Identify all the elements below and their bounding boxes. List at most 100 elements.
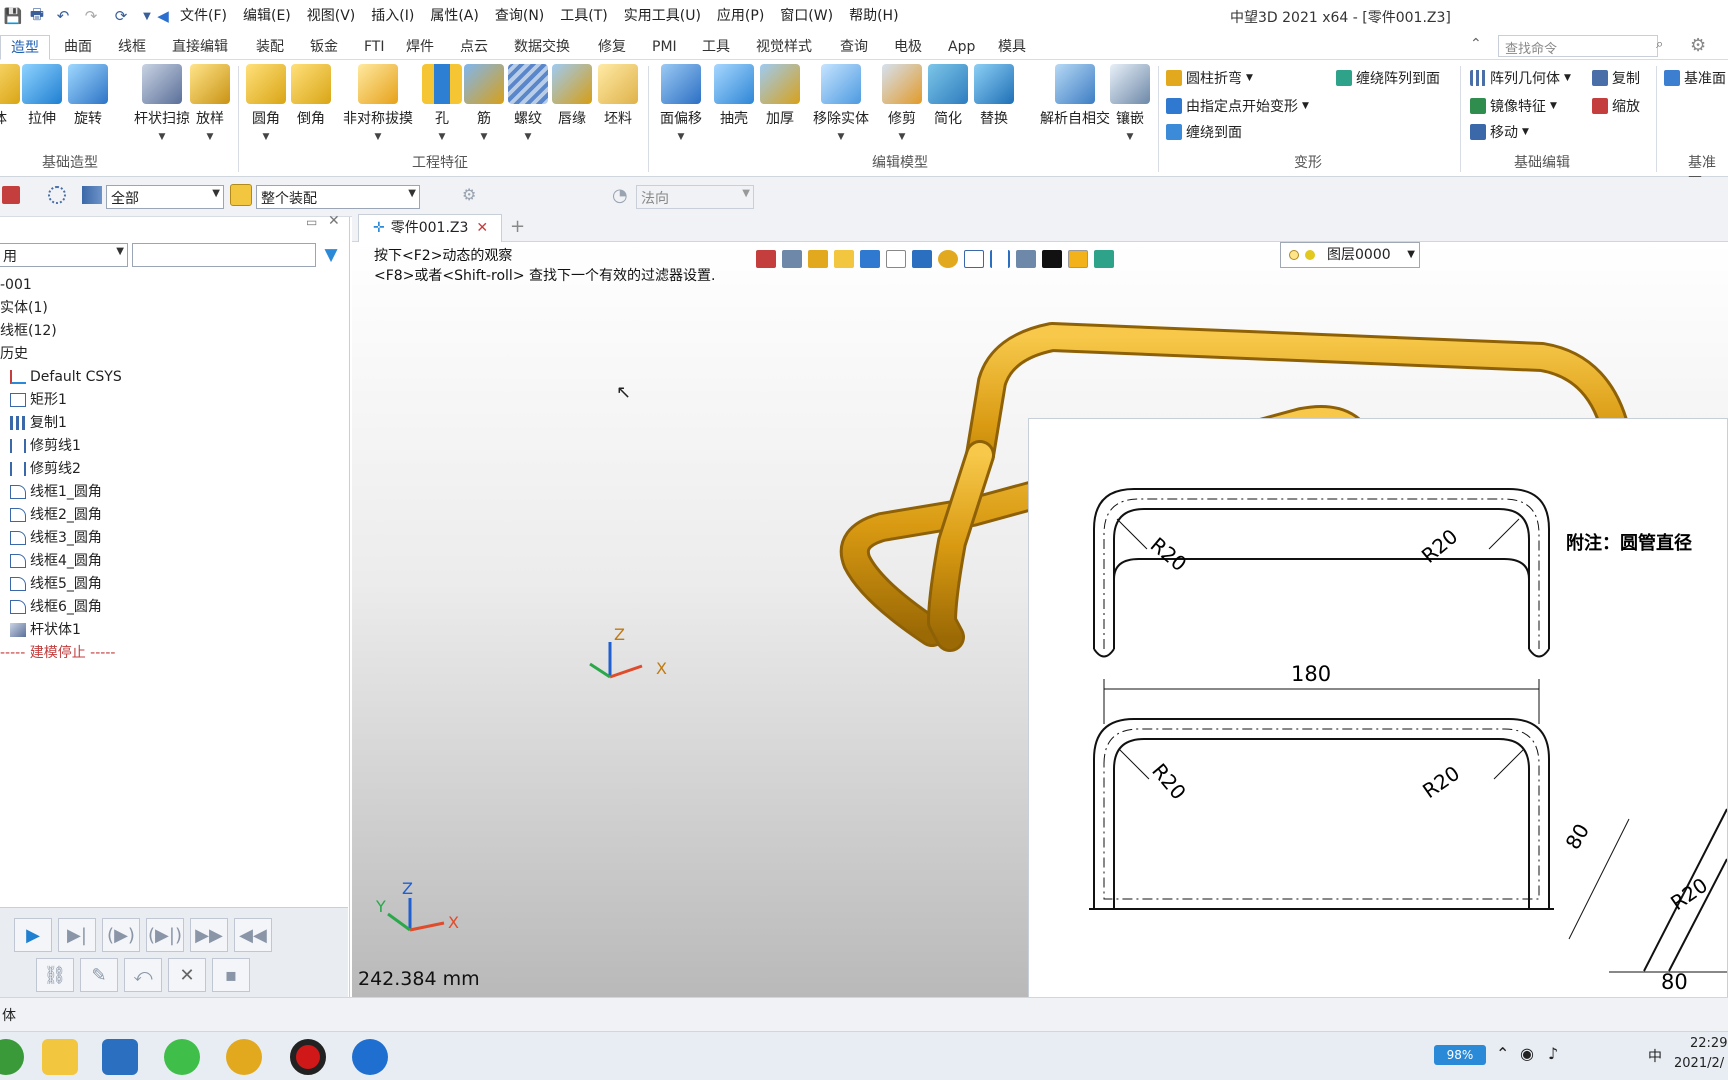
document-tab-part001[interactable]: ✛ 零件001.Z3 ✕ — [358, 214, 502, 242]
tab-direct-edit[interactable]: 直接编辑 — [162, 35, 238, 60]
filter-icon[interactable] — [82, 186, 102, 204]
media-icon[interactable] — [352, 1039, 388, 1075]
extrude-button[interactable]: 拉伸 — [16, 64, 68, 128]
tree-item-default-csys[interactable]: Default CSYS — [0, 366, 348, 389]
app-icon[interactable] — [0, 1039, 24, 1075]
tab-fti[interactable]: FTI — [354, 35, 395, 60]
tree-filter-select[interactable]: 用 ▼ — [0, 243, 128, 267]
menu-view[interactable]: 视图(V) — [299, 6, 364, 26]
menu-insert[interactable]: 插入(I) — [363, 6, 422, 26]
asym-draft-button[interactable]: 非对称拔摸 ▼ — [342, 64, 414, 142]
undo-icon[interactable]: ↶ — [52, 5, 74, 27]
tree-item-wire-fillet6[interactable]: 线框6_圆角 — [0, 596, 348, 619]
tab-weldment[interactable]: 焊件 — [396, 35, 444, 60]
play-feature-icon[interactable]: (▶) — [102, 918, 140, 952]
thicken-button[interactable]: 加厚 — [754, 64, 806, 128]
back-arrow-icon[interactable]: ◀ — [152, 5, 174, 27]
wrap-to-face-button[interactable]: 缠绕到面 — [1166, 122, 1242, 142]
select-mode-icon[interactable] — [2, 186, 20, 204]
face-offset-button[interactable]: 面偏移 ▼ — [656, 64, 706, 142]
select-circle-icon[interactable] — [48, 186, 66, 204]
entity-filter-select[interactable]: 全部 ▼ — [106, 185, 224, 209]
mirror-feature-button[interactable]: 镜像特征 ▼ — [1470, 96, 1557, 116]
redo-icon[interactable]: ↷ — [80, 5, 102, 27]
tree-item-wireframes[interactable]: 线框(12) — [0, 320, 348, 343]
funnel-filter-icon[interactable]: ▼ — [318, 243, 344, 267]
tree-item-wire-fillet2[interactable]: 线框2_圆角 — [0, 504, 348, 527]
remove-solid-button[interactable]: 移除实体 ▼ — [812, 64, 870, 142]
tab-modeling[interactable]: 造型 — [0, 35, 50, 60]
tab-app[interactable]: App — [938, 35, 985, 60]
tree-item-wire-fillet3[interactable]: 线框3_圆角 — [0, 527, 348, 550]
wechat-icon[interactable] — [164, 1039, 200, 1075]
print-icon[interactable]: 🖶 — [26, 5, 48, 27]
menu-file[interactable]: 文件(F) — [172, 6, 235, 26]
command-search-input[interactable]: 查找命令 — [1498, 35, 1658, 57]
tree-item-copy1[interactable]: 复制1 — [0, 412, 348, 435]
menu-window[interactable]: 窗口(W) — [772, 6, 841, 26]
suppress-icon[interactable]: ▪ — [212, 958, 250, 992]
pencil-icon[interactable]: ✎ — [80, 958, 118, 992]
tab-wireframe[interactable]: 线框 — [108, 35, 156, 60]
scale-button[interactable]: 缩放 — [1592, 96, 1640, 116]
simplify-button[interactable]: 简化 — [922, 64, 974, 128]
revolve-button[interactable]: 旋转 — [62, 64, 114, 128]
step-next-icon[interactable]: ▶| — [58, 918, 96, 952]
tree-search-input[interactable] — [132, 243, 316, 267]
tab-visual-style[interactable]: 视觉样式 — [746, 35, 822, 60]
record-icon[interactable] — [290, 1039, 326, 1075]
menu-help[interactable]: 帮助(H) — [841, 6, 906, 26]
tree-item-rectangle1[interactable]: 矩形1 — [0, 389, 348, 412]
copy-button[interactable]: 复制 — [1592, 68, 1640, 88]
close-icon[interactable]: ✕ — [328, 213, 340, 229]
tree-item-trimline2[interactable]: 修剪线2 — [0, 458, 348, 481]
speaker-icon[interactable]: ♪ — [1548, 1044, 1558, 1063]
refresh-icon[interactable]: ⟳ — [110, 5, 132, 27]
chamfer-button[interactable]: 倒角 — [285, 64, 337, 128]
show-hidden-icons-icon[interactable]: ⌃ — [1496, 1044, 1509, 1063]
deform-from-point-button[interactable]: 由指定点开始变形 ▼ — [1166, 96, 1309, 116]
tab-query[interactable]: 查询 — [830, 35, 878, 60]
datum-plane-button[interactable]: 基准面 — [1664, 68, 1726, 88]
shell-button[interactable]: 抽壳 — [708, 64, 760, 128]
tab-tools[interactable]: 工具 — [692, 35, 740, 60]
tab-assembly[interactable]: 装配 — [246, 35, 294, 60]
tab-electrode[interactable]: 电极 — [884, 35, 932, 60]
link-icon[interactable]: ⛓ — [36, 958, 74, 992]
pattern-geometry-button[interactable]: 阵列几何体 ▼ — [1470, 68, 1571, 88]
network-icon[interactable]: ◉ — [1520, 1044, 1534, 1063]
tab-sheetmetal[interactable]: 钣金 — [300, 35, 348, 60]
tab-mold[interactable]: 模具 — [988, 35, 1036, 60]
loft-button[interactable]: 放样 ▼ — [184, 64, 236, 142]
wrap-pattern-button[interactable]: 缠绕阵列到面 — [1336, 68, 1440, 88]
tab-surface[interactable]: 曲面 — [54, 35, 102, 60]
menu-query[interactable]: 查询(N) — [487, 6, 552, 26]
menu-tools[interactable]: 工具(T) — [552, 6, 615, 26]
tree-item-part[interactable]: ‑001 — [0, 274, 348, 297]
collapse-ribbon-icon[interactable]: ⌃ — [1470, 36, 1482, 52]
delete-icon[interactable]: ✕ — [168, 958, 206, 992]
tree-item-modeling-stop[interactable]: ----- 建模停止 ----- — [0, 642, 348, 665]
menu-apps[interactable]: 应用(P) — [709, 6, 772, 26]
file-explorer-icon[interactable] — [42, 1039, 78, 1075]
assembly-scope-select[interactable]: 整个装配 ▼ — [256, 185, 420, 209]
browser-icon[interactable] — [226, 1039, 262, 1075]
tree-item-solids[interactable]: 实体(1) — [0, 297, 348, 320]
tab-point-cloud[interactable]: 点云 — [450, 35, 498, 60]
battery-indicator[interactable]: 98% — [1434, 1045, 1486, 1065]
stock-button[interactable]: 坯料 — [592, 64, 644, 128]
play-to-icon[interactable]: (▶|) — [146, 918, 184, 952]
menu-edit[interactable]: 编辑(E) — [235, 6, 299, 26]
ime-indicator[interactable]: 中 — [1648, 1046, 1662, 1066]
clock-icon[interactable]: ◔ — [612, 185, 628, 206]
clock-time[interactable]: 22:29 — [1690, 1036, 1727, 1051]
settings-icon[interactable]: ⚙ — [462, 185, 476, 204]
lip-button[interactable]: 唇缘 — [546, 64, 598, 128]
trim-button[interactable]: 修剪 ▼ — [876, 64, 928, 142]
pin-icon[interactable]: ▭ — [306, 215, 317, 229]
save-icon[interactable]: 💾 — [2, 5, 24, 27]
tree-item-rod-body1[interactable]: 杆状体1 — [0, 619, 348, 642]
emboss-button[interactable]: 镶嵌 ▼ — [1104, 64, 1156, 142]
play-icon[interactable]: ▶ — [14, 918, 52, 952]
fast-forward-icon[interactable]: ▶▶ — [190, 918, 228, 952]
